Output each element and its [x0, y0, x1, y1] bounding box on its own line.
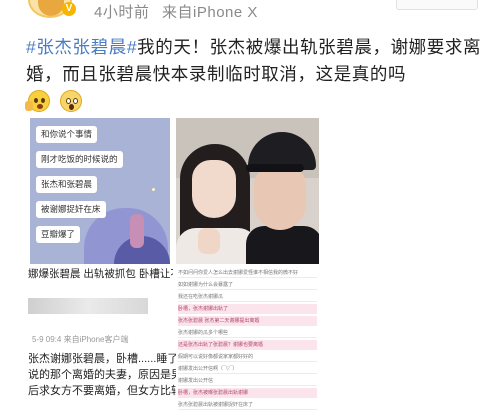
post-header: V 4小时前 来自iPhone X [0, 0, 500, 26]
post-source: 来自iPhone X [162, 4, 258, 21]
list-item: 如如谢娜为什么会暴露了 [178, 280, 317, 290]
shocked-emoji-icon [60, 90, 83, 112]
news-meta: 5-9 09:4 来自iPhone客户端 [32, 335, 129, 344]
post-time: 4小时前 [94, 4, 150, 21]
list-item: 张杰张碧晨 张杰第二天谢娜提出离婚 [178, 316, 317, 326]
chat-bubble: 豆瓣爆了 [36, 226, 81, 243]
thinking-emoji-icon [25, 90, 50, 112]
couple-photo-image[interactable] [176, 118, 319, 264]
comment-list-image[interactable]: 不如问问你爱人怎么出去谢娜爱怪谁不相信我的微不好 如如谢娜为什么会暴露了 我还在… [176, 266, 319, 412]
list-item: 还是张杰出轨了张碧晨？谢娜也要离婚 [178, 340, 317, 350]
news-screenshot-image[interactable]: 5-9 09:4 来自iPhone客户端 张杰谢娜张碧晨，卧槽......睡了先… [28, 296, 178, 412]
list-item: 假期可以说好像都说家家都好好的 [178, 352, 317, 362]
news-line: 后求女方不要离婚，但女方比较 [28, 385, 178, 397]
hashtag-link[interactable]: #张杰张碧晨# [26, 37, 137, 57]
chat-screenshot-image[interactable]: 和你说个事情 刚才吃饭的时候说的 张杰和张碧晨 被谢娜捉奸在床 豆瓣爆了 [30, 118, 170, 264]
list-item: 我还在吃张杰谢娜瓜 [178, 292, 317, 302]
list-item: 张杰张碧晨出轨被谢娜捉奸在床了 [178, 400, 317, 410]
chat-bubble: 张杰和张碧晨 [36, 176, 98, 193]
list-item: 张杰谢娜的瓜多个哪些 [178, 328, 317, 338]
list-item: 卧槽，张杰被曝张碧晨出轨谢娜 [178, 388, 317, 398]
follow-button[interactable] [396, 0, 478, 10]
list-item: 卧槽，张杰谢娜出轨了 [178, 304, 317, 314]
news-line: 说的那个离婚的夫妻，原因是男方 [28, 369, 178, 381]
chat-bubble: 和你说个事情 [36, 126, 98, 143]
verified-badge-icon: V [62, 2, 76, 16]
emoji-row [25, 90, 88, 114]
chat-bubble: 刚才吃饭的时候说的 [36, 151, 123, 168]
chat-bubble: 被谢娜捉奸在床 [36, 201, 106, 218]
list-item: 不如问问你爱人怎么出去谢娜爱怪谁不相信我的微不好 [178, 268, 317, 278]
blurred-username [28, 298, 148, 314]
list-item: 谢娜发出公开信啊（¯▽¯） [178, 364, 317, 374]
news-line: 张杰谢娜张碧晨，卧槽......睡了先 [28, 353, 178, 365]
post-text: #张杰张碧晨#我的天！张杰被爆出轨张碧晨，谢娜要求离婚，而且张碧晨快本录制临时取… [26, 34, 482, 88]
list-item: 谢娜发出公开信 [178, 376, 317, 386]
image-caption: 娜爆张碧晨 出轨被抓包 卧槽让不让 [28, 268, 173, 280]
post-meta: 4小时前 来自iPhone X [94, 1, 266, 22]
